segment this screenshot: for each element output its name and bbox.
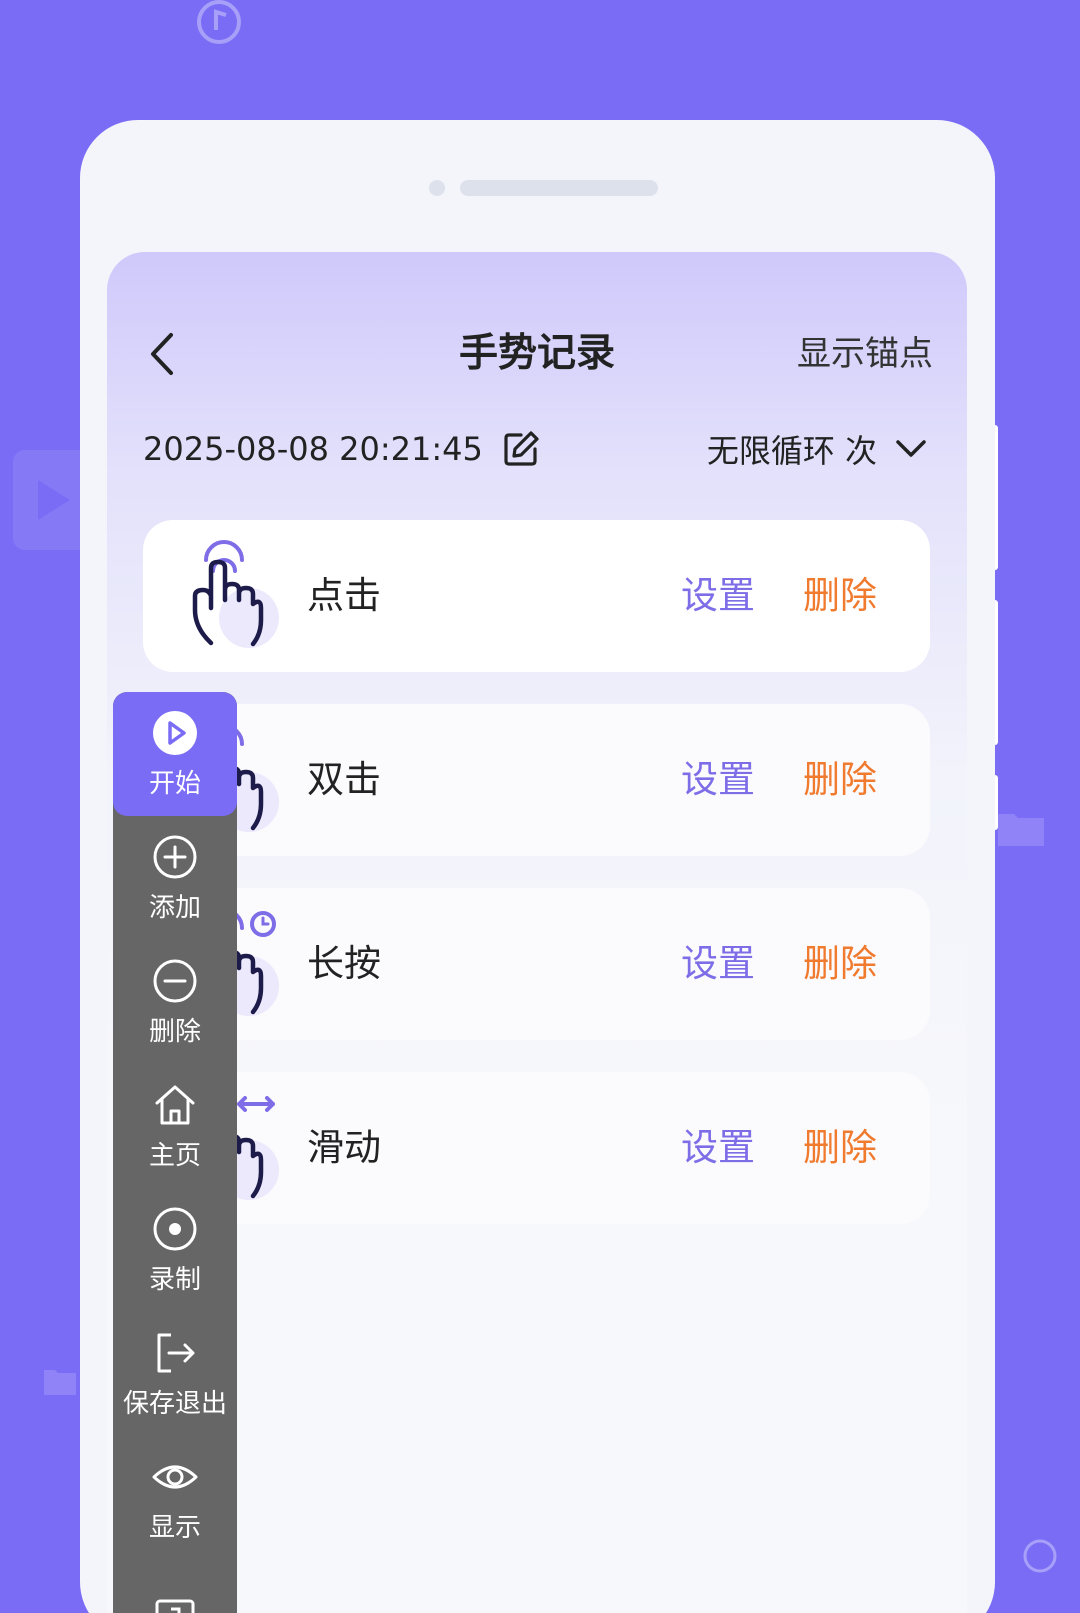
expand-icon [155,1599,195,1613]
chevron-left-icon [151,333,173,375]
back-button[interactable] [137,324,187,384]
folder-icon [44,1370,76,1395]
gesture-settings-button[interactable]: 设置 [681,520,755,672]
folder-icon [998,814,1044,846]
gesture-settings-button[interactable]: 设置 [681,704,755,856]
save-exit-button[interactable]: 保存退出 [113,1312,237,1436]
speaker-grille [460,180,658,196]
start-label: 开始 [148,768,201,799]
play-icon [153,710,197,755]
home-label: 主页 [148,1140,201,1171]
record-datetime: 2025-08-08 20:21:45 [143,424,541,474]
gesture-label: 双击 [307,758,381,801]
camera-dot [429,180,445,196]
record-button[interactable]: 录制 [113,1188,237,1312]
plus-circle-icon [153,835,197,878]
gesture-card-double-tap: 双击 设置 删除 [143,704,930,856]
gesture-delete-button[interactable]: 删除 [803,704,877,856]
music-note-icon [1023,1539,1057,1573]
home-icon [155,1085,195,1124]
loop-count-select[interactable]: 无限循环 次 [707,424,927,474]
record-label: 录制 [148,1264,201,1295]
gesture-card-tap: 点击 设置 删除 [143,520,930,672]
delete-button[interactable]: 删除 [113,940,237,1064]
delete-label: 删除 [148,1016,201,1047]
exit-icon [157,1333,195,1372]
floating-toolbar: 开始 添加 删除 主页 录制 保存退出 显示 [113,692,237,1613]
gesture-label: 滑动 [307,1126,381,1169]
gesture-delete-button[interactable]: 删除 [803,1072,877,1224]
gesture-settings-button[interactable]: 设置 [681,888,755,1040]
add-button[interactable]: 添加 [113,816,237,940]
gesture-label: 长按 [307,942,381,985]
gesture-label: 点击 [307,574,381,617]
record-icon [153,1207,197,1250]
gesture-delete-button[interactable]: 删除 [803,520,877,672]
chevron-down-icon [896,440,926,457]
gesture-card-swipe: 滑动 设置 删除 [143,1072,930,1224]
show-anchor-button[interactable]: 显示锚点 [797,324,933,384]
home-button[interactable]: 主页 [113,1064,237,1188]
gesture-settings-button[interactable]: 设置 [681,1072,755,1224]
gesture-delete-button[interactable]: 删除 [803,888,877,1040]
datetime-text: 2025-08-08 20:21:45 [143,430,483,468]
show-button[interactable]: 显示 [113,1436,237,1560]
loop-value: 无限循环 次 [706,432,877,470]
add-label: 添加 [148,892,201,923]
start-button[interactable]: 开始 [113,692,237,816]
music-note-icon [197,0,241,44]
tap-hand-icon [192,540,279,648]
show-label: 显示 [148,1512,201,1543]
gesture-card-long-press: 长按 设置 删除 [143,888,930,1040]
minus-circle-icon [153,959,197,1002]
save-exit-label: 保存退出 [122,1388,227,1419]
eye-icon [152,1465,198,1488]
edit-icon[interactable] [501,429,541,469]
more-tool-button[interactable] [113,1560,237,1613]
